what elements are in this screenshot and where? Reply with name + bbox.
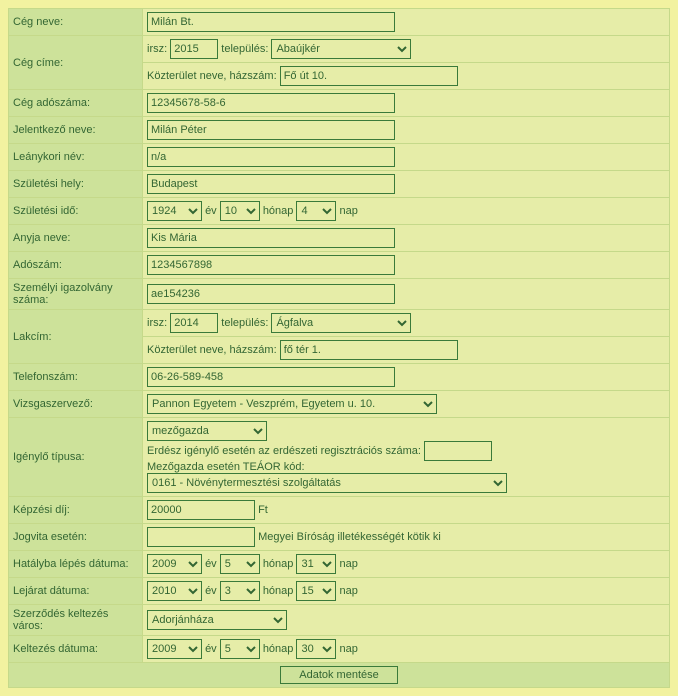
szuletesi-hely-input[interactable] [147,174,395,194]
leanykori-nev-input[interactable] [147,147,395,167]
label-ev: év [205,205,217,217]
label-igenylo: Igénylő típusa: [9,418,143,497]
szul-ev-select[interactable]: 1924 [147,201,202,221]
label-ceg-cime: Cég címe: [9,36,143,90]
label-keltezes-datuma: Keltezés dátuma: [9,636,143,663]
lej-ev-select[interactable]: 2010 [147,581,202,601]
label-jogvita: Jogvita esetén: [9,524,143,551]
label-anyja-neve: Anyja neve: [9,225,143,252]
label-nap: nap [340,205,358,217]
vizsga-select[interactable]: Pannon Egyetem - Veszprém, Egyetem u. 10… [147,394,437,414]
save-button[interactable]: Adatok mentése [280,666,398,684]
ceg-telepules-select[interactable]: Abaújkér [271,39,411,59]
szig-input[interactable] [147,284,395,304]
label-szuletesi-ido: Születési idő: [9,198,143,225]
hat-ho-select[interactable]: 5 [220,554,260,574]
label-lejarat: Lejárat dátuma: [9,578,143,605]
form-table: Cég neve: Cég címe: irsz: település: Aba… [8,8,670,688]
label-leanykori-nev: Leánykori név: [9,144,143,171]
ceg-irsz-input[interactable] [170,39,218,59]
label-telepules-2: település: [221,317,268,329]
erdesz-reg-input[interactable] [424,441,492,461]
lej-ho-select[interactable]: 3 [220,581,260,601]
jogvita-input[interactable] [147,527,255,547]
jelentkezo-neve-input[interactable] [147,120,395,140]
ceg-neve-input[interactable] [147,12,395,32]
kelt-nap-select[interactable]: 30 [296,639,336,659]
label-telefonszam: Telefonszám: [9,364,143,391]
kelt-varos-select[interactable]: Adorjánháza [147,610,287,630]
label-adoszam: Adószám: [9,252,143,279]
szul-ho-select[interactable]: 10 [220,201,260,221]
label-telepules: település: [221,43,268,55]
label-ceg-neve: Cég neve: [9,9,143,36]
label-ft: Ft [258,504,268,516]
lak-telepules-select[interactable]: Ágfalva [271,313,411,333]
label-irsz-2: irsz: [147,317,167,329]
label-honap: hónap [263,205,294,217]
teaor-select[interactable]: 0161 - Növénytermesztési szolgáltatás [147,473,507,493]
label-kozterulet: Közterület neve, házszám: [147,70,277,82]
label-kepzesi-dij: Képzési díj: [9,497,143,524]
szul-nap-select[interactable]: 4 [296,201,336,221]
label-teaor: Mezőgazda esetén TEÁOR kód: [147,461,305,473]
lej-nap-select[interactable]: 15 [296,581,336,601]
ceg-kozterulet-input[interactable] [280,66,458,86]
label-lakcim: Lakcím: [9,310,143,364]
label-kozterulet-2: Közterület neve, házszám: [147,344,277,356]
kelt-ev-select[interactable]: 2009 [147,639,202,659]
label-szuletesi-hely: Születési hely: [9,171,143,198]
lak-irsz-input[interactable] [170,313,218,333]
label-szig: Személyi igazolvány száma: [9,279,143,310]
anyja-neve-input[interactable] [147,228,395,248]
label-erdesz: Erdész igénylő esetén az erdészeti regis… [147,445,421,457]
jogvita-suffix: Megyei Bíróság illetékességét kötik ki [258,531,441,543]
kelt-ho-select[interactable]: 5 [220,639,260,659]
label-vizsga: Vizsgaszervező: [9,391,143,418]
hat-nap-select[interactable]: 31 [296,554,336,574]
hat-ev-select[interactable]: 2009 [147,554,202,574]
label-jelentkezo-neve: Jelentkező neve: [9,117,143,144]
label-ceg-adoszama: Cég adószáma: [9,90,143,117]
label-hatalyba: Hatályba lépés dátuma: [9,551,143,578]
label-keltezes-varos: Szerződés keltezés város: [9,605,143,636]
telefonszam-input[interactable] [147,367,395,387]
ceg-adoszama-input[interactable] [147,93,395,113]
igenylo-tipus-select[interactable]: mezőgazda [147,421,267,441]
kepzesi-dij-input[interactable] [147,500,255,520]
label-irsz: irsz: [147,43,167,55]
lak-kozterulet-input[interactable] [280,340,458,360]
adoszam-input[interactable] [147,255,395,275]
